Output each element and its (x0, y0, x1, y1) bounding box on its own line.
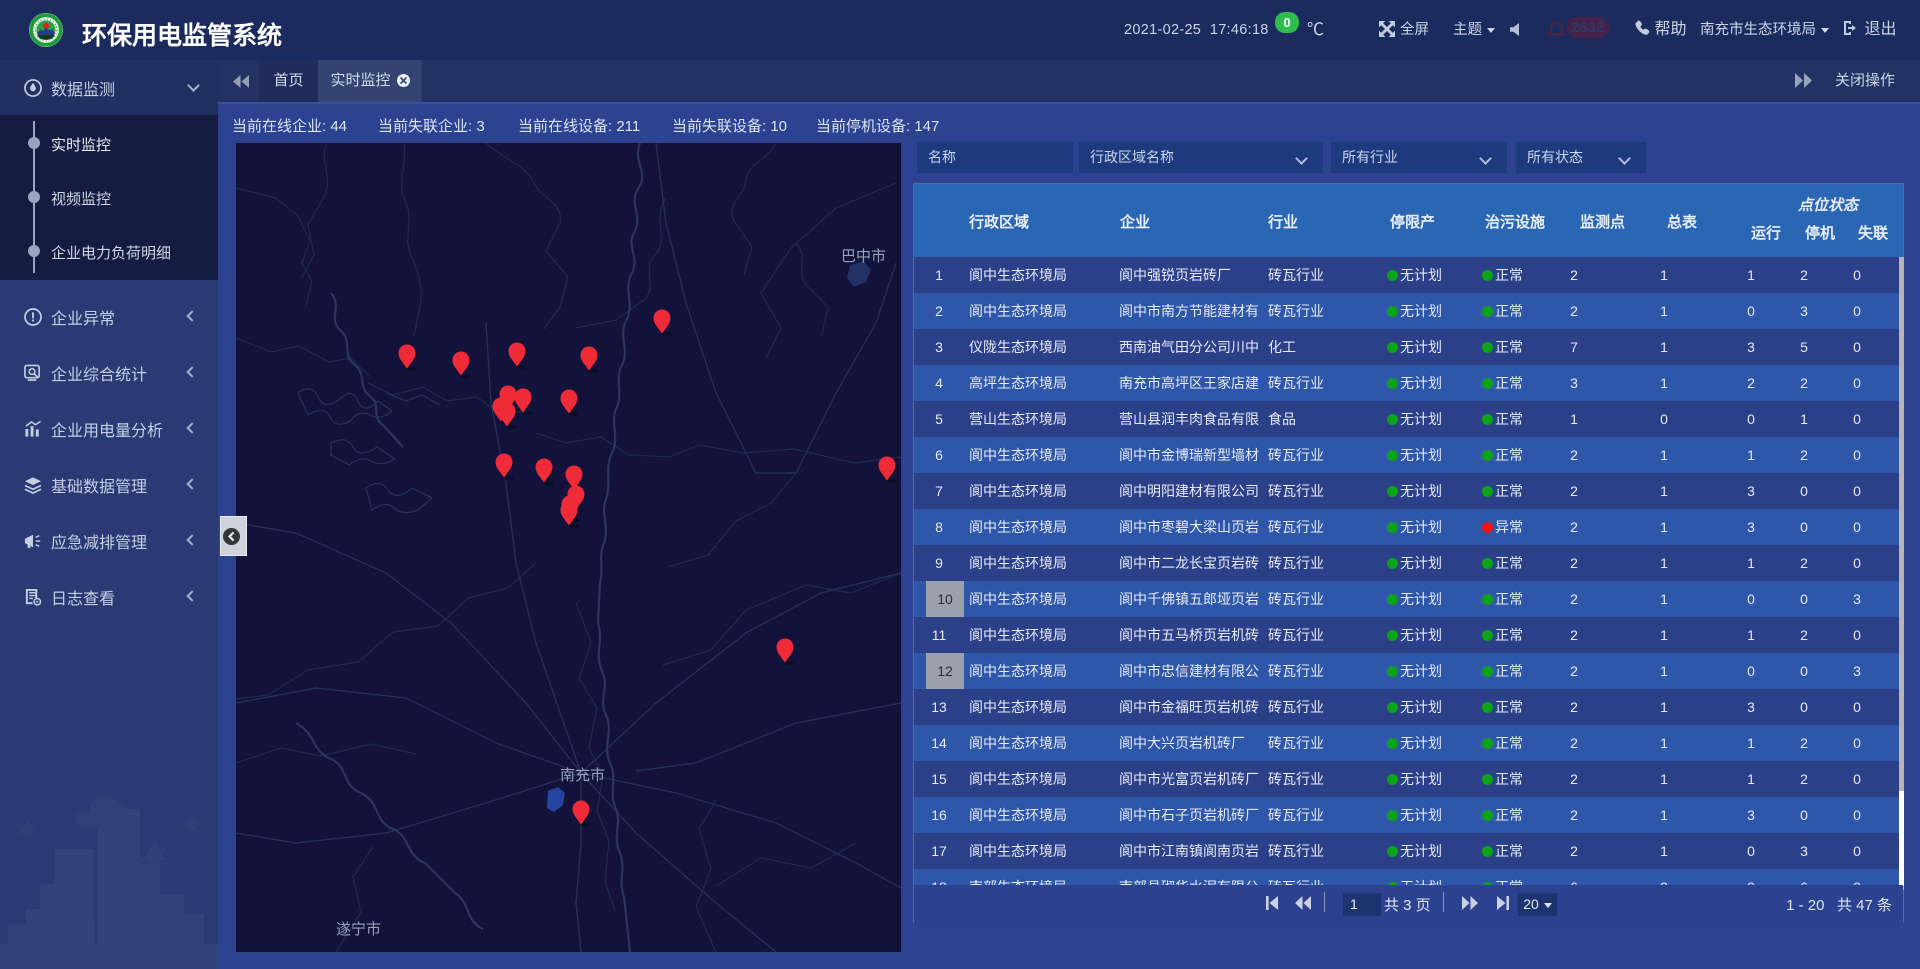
svg-text:巴中市: 巴中市 (841, 248, 886, 265)
svg-text:南充市: 南充市 (560, 767, 605, 784)
svg-text:遂宁市: 遂宁市 (336, 921, 381, 938)
